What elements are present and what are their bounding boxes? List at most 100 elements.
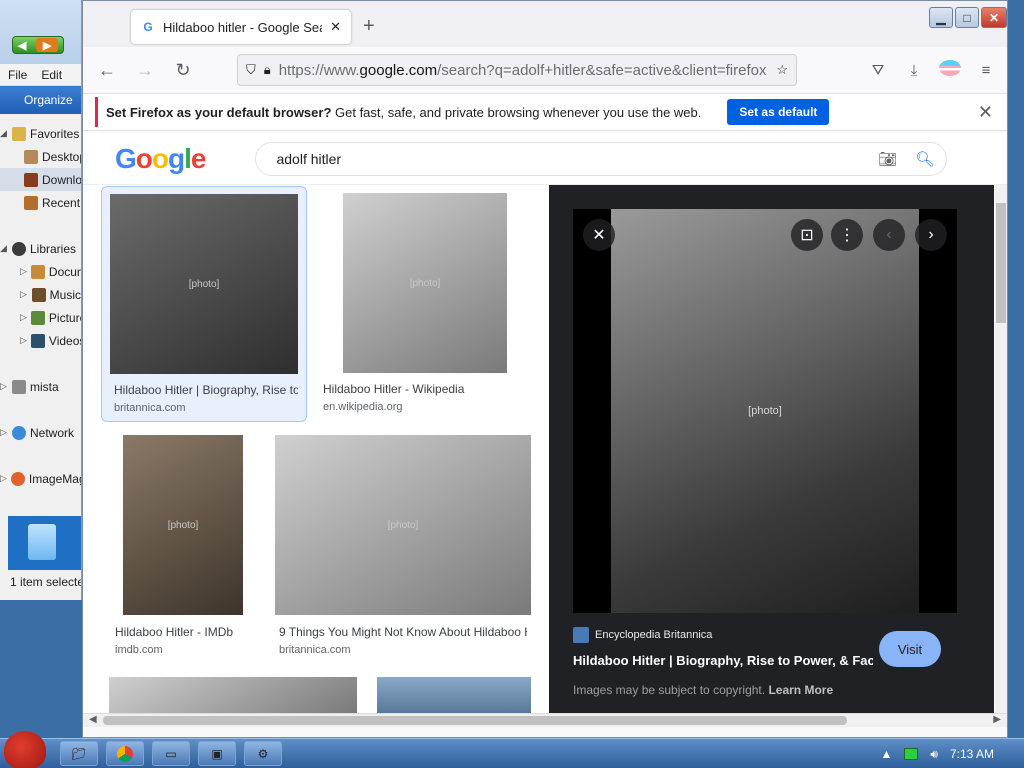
back-button[interactable]: ← [93, 56, 121, 84]
minimize-button[interactable]: ▁ [929, 7, 953, 28]
search-icon[interactable]: 🔍︎ [915, 150, 934, 168]
pocket-icon[interactable]: ⛛ [867, 62, 889, 79]
tree-item-pictures[interactable]: ▷ Pictures [0, 306, 81, 329]
tree-item-documents[interactable]: ▷ Documents [0, 260, 81, 283]
close-preview-icon[interactable]: ✕ [583, 219, 615, 251]
expand-arrow-icon[interactable]: ▷ [20, 312, 27, 323]
result-caption[interactable]: Hildaboo Hitler | Biography, Rise to Pow… [114, 383, 298, 397]
tree-item-recent[interactable]: Recent Places [0, 191, 81, 214]
taskbar-app-button[interactable]: ⚙ [244, 741, 282, 766]
forward-button[interactable]: → [131, 56, 159, 84]
forward-arrow-icon[interactable]: ▶ [36, 38, 59, 52]
downloads-icon[interactable]: ⤓ [903, 62, 925, 79]
organize-button[interactable]: Organize [0, 86, 81, 114]
image-result-1[interactable]: [photo] Hildaboo Hitler | Biography, Ris… [101, 186, 307, 422]
vertical-scroll-thumb[interactable] [996, 203, 1006, 323]
tree-item-favorites[interactable]: ◢ Favorites [0, 122, 81, 145]
search-input[interactable]: adolf hitler 📷︎ 🔍︎ [255, 141, 948, 176]
close-notification-icon[interactable]: ✕ [978, 102, 993, 123]
taskbar-terminal-button[interactable]: ▣ [198, 741, 236, 766]
result-caption[interactable]: 9 Things You Might Not Know About Hildab… [279, 625, 527, 639]
result-source[interactable]: en.wikipedia.org [323, 401, 403, 413]
visit-button[interactable]: Visit [879, 631, 941, 667]
image-result-2[interactable]: [photo] Hildaboo Hitler - Wikipedia en.w… [319, 186, 529, 422]
address-bar[interactable]: ⛉ 🔒︎ https://www.google.com/search?q=ado… [237, 54, 797, 86]
bookmark-star-icon[interactable]: ☆ [776, 62, 788, 78]
expand-arrow-icon[interactable]: ▷ [0, 473, 7, 484]
image-result-3[interactable]: [photo] Hildaboo Hitler - IMDb imdb.com [111, 435, 261, 665]
learn-more-link[interactable]: Learn More [768, 683, 833, 697]
clock[interactable]: 7:13 AM [950, 747, 994, 761]
set-as-default-button[interactable]: Set as default [727, 99, 830, 125]
expand-arrow-icon[interactable]: ▷ [0, 427, 8, 438]
result-source[interactable]: britannica.com [279, 644, 351, 656]
image-result-4[interactable]: [photo] 9 Things You Might Not Know Abou… [275, 435, 531, 665]
tree-item-network[interactable]: ▷ Network [0, 421, 81, 444]
vertical-scrollbar[interactable] [995, 185, 1007, 713]
tree-item-user[interactable]: ▷ mista [0, 375, 81, 398]
tree-item-desktop[interactable]: Desktop [0, 145, 81, 168]
url-text[interactable]: https://www.google.com/search?q=adolf+hi… [279, 62, 769, 79]
lens-search-icon[interactable]: ⊡ [791, 219, 823, 251]
taskbar-file-button[interactable]: ▭ [152, 741, 190, 766]
search-query[interactable]: adolf hitler [276, 151, 878, 167]
tray-expand-icon[interactable]: ▲ [881, 747, 893, 761]
preview-image[interactable]: [photo] [611, 209, 919, 613]
next-image-icon[interactable]: › [915, 219, 947, 251]
taskbar-chrome-button[interactable] [106, 741, 144, 766]
result-thumbnail[interactable]: [photo] [110, 194, 298, 374]
preview-site[interactable]: Encyclopedia Britannica [573, 627, 712, 643]
new-tab-button[interactable]: + [363, 15, 375, 38]
maximize-button[interactable]: □ [955, 7, 979, 28]
image-result-6-thumbnail[interactable] [377, 677, 531, 713]
menu-hamburger-icon[interactable]: ≡ [975, 62, 997, 79]
taskbar-explorer-button[interactable]: 📁︎ [60, 741, 98, 766]
tree-item-downloads[interactable]: Downloads [0, 168, 81, 191]
expand-arrow-icon[interactable]: ▷ [20, 335, 27, 346]
result-thumbnail[interactable]: [photo] [343, 193, 507, 373]
shield-icon[interactable]: ⛉ [246, 62, 256, 78]
camera-icon[interactable]: 📷︎ [878, 150, 897, 168]
horizontal-scroll-thumb[interactable] [103, 716, 847, 725]
result-thumbnail[interactable]: [photo] [123, 435, 243, 615]
expand-arrow-icon[interactable]: ◢ [0, 128, 8, 139]
more-options-icon[interactable]: ⋮ [831, 219, 863, 251]
start-button[interactable] [4, 731, 46, 768]
network-status-icon[interactable] [904, 748, 919, 760]
image-result-5-thumbnail[interactable] [109, 677, 357, 713]
result-source[interactable]: imdb.com [115, 644, 163, 656]
previous-image-icon[interactable]: ‹ [873, 219, 905, 251]
selected-file-thumbnail[interactable] [8, 516, 81, 570]
account-icon[interactable] [939, 60, 961, 80]
horizontal-scrollbar[interactable]: ◀ ▶ [83, 713, 1007, 727]
google-logo[interactable]: Google [115, 143, 206, 175]
scroll-left-icon[interactable]: ◀ [89, 714, 97, 725]
expand-arrow-icon[interactable]: ◢ [0, 243, 8, 254]
menu-edit[interactable]: Edit [41, 68, 62, 82]
result-caption[interactable]: Hildaboo Hitler - Wikipedia [323, 382, 523, 396]
back-arrow-icon[interactable]: ◀ [18, 39, 26, 52]
tree-item-videos[interactable]: ▷ Videos [0, 329, 81, 352]
close-window-button[interactable]: ✕ [981, 7, 1007, 28]
lock-icon[interactable]: 🔒︎ [264, 62, 271, 78]
expand-arrow-icon[interactable]: ▷ [20, 266, 27, 277]
expand-arrow-icon[interactable]: ▷ [0, 381, 8, 392]
preview-title[interactable]: Hildaboo Hitler | Biography, Rise to Pow… [573, 653, 873, 668]
reload-button[interactable]: ↻ [169, 56, 197, 84]
tree-item-imagemagick[interactable]: ▷ ImageMagick [0, 467, 81, 490]
explorer-nav-buttons[interactable]: ◀ ▶ [12, 36, 64, 54]
tab-google-search[interactable]: G Hildaboo hitler - Google Search ✕ [131, 10, 351, 44]
close-tab-icon[interactable]: ✕ [330, 19, 341, 35]
menu-file[interactable]: File [8, 68, 27, 82]
default-browser-notification: Set Firefox as your default browser? Get… [83, 93, 1007, 131]
taskbar: 📁︎ ▭ ▣ ⚙ ▲ 🔊︎ 7:13 AM [0, 731, 1024, 768]
expand-arrow-icon[interactable]: ▷ [20, 289, 28, 300]
tree-item-music[interactable]: ▷ Music [0, 283, 81, 306]
volume-icon[interactable]: 🔊︎ [930, 747, 938, 762]
result-source[interactable]: britannica.com [114, 402, 186, 414]
tree-item-libraries[interactable]: ◢ Libraries [0, 237, 81, 260]
scroll-right-icon[interactable]: ▶ [993, 714, 1001, 725]
result-thumbnail[interactable]: [photo] [275, 435, 531, 615]
result-caption[interactable]: Hildaboo Hitler - IMDb [115, 625, 261, 639]
